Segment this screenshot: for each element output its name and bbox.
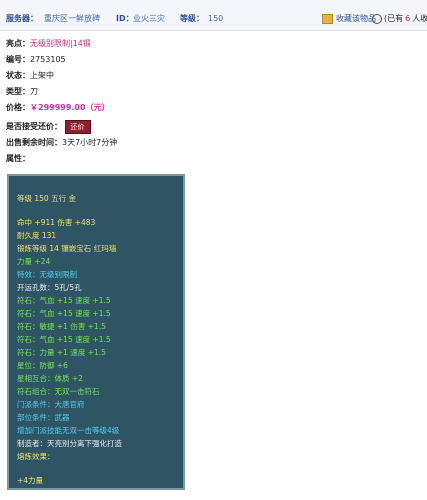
time-row: 出售剩余时间：3天7小时7分钟 bbox=[6, 138, 117, 148]
attributes-label: 属性： bbox=[6, 154, 30, 163]
attr-line-6: 特效：无级别限制 bbox=[17, 270, 77, 279]
attr-line-2: 命中 +911 伤害 +483 bbox=[17, 218, 96, 227]
highlight-row: 亮点：无级别限制|14锻 bbox=[6, 39, 91, 49]
type-label: 类型： bbox=[6, 87, 30, 96]
favorite-button[interactable]: 收藏该物品 bbox=[322, 13, 376, 24]
attr-line-1: 等级 150 五行 金 bbox=[17, 194, 76, 203]
counter-offer-label: 是否接受还价： bbox=[6, 122, 62, 131]
highlight-value: 无级别限制|14锻 bbox=[30, 39, 91, 48]
user-circle-icon bbox=[372, 13, 382, 24]
level-label: 等级： bbox=[180, 14, 204, 23]
favorite-button-label: 收藏该物品 bbox=[336, 14, 376, 23]
id-value: 业火三灾 bbox=[133, 14, 165, 23]
attr-line-15: 符石组合：无双一击符石 bbox=[17, 387, 100, 396]
id-row-label: 编号： bbox=[6, 55, 30, 64]
attributes-row: 属性： bbox=[6, 154, 30, 164]
folder-star-icon bbox=[322, 13, 333, 24]
counter-offer-row: 是否接受还价： 还价 bbox=[6, 120, 91, 134]
id-row: 编号：2753105 bbox=[6, 55, 66, 65]
price-row: 价格：￥299999.00（元） bbox=[6, 103, 110, 113]
attr-line-7: 开运孔数：5孔/5孔 bbox=[17, 283, 82, 292]
attr-line-9: 符石：气血 +15 速度 +1.5 bbox=[17, 309, 111, 318]
attr-line-12: 符石：力量 +1 速度 +1.5 bbox=[17, 348, 106, 357]
id-row-value: 2753105 bbox=[30, 55, 66, 64]
status-label: 状态： bbox=[6, 71, 30, 80]
attr-line-5: 力量 +24 bbox=[17, 257, 51, 266]
counter-offer-button[interactable]: 还价 bbox=[64, 120, 91, 134]
attr-line-14: 星相互合：体质 +2 bbox=[17, 374, 83, 383]
type-row: 类型：刀 bbox=[6, 87, 38, 97]
attr-line-13: 星位：防御 +6 bbox=[17, 361, 68, 370]
attr-line-20: 熔炼效果： bbox=[17, 452, 55, 461]
status-row: 状态：上架中 bbox=[6, 71, 54, 81]
attr-line-11: 符石：气血 +15 速度 +1.5 bbox=[17, 335, 111, 344]
level-value: 150 bbox=[208, 14, 224, 23]
favorite-count-suffix: 人收藏) bbox=[412, 14, 427, 23]
attr-line-18: 增加门派技能无双一击等级4级 bbox=[17, 426, 120, 435]
attr-line-8: 符石：气血 +15 速度 +1.5 bbox=[17, 296, 111, 305]
favorite-count-prefix: (已有 bbox=[384, 14, 404, 23]
type-value: 刀 bbox=[30, 87, 38, 96]
server-value: 重庆区一鲜放碑 bbox=[44, 14, 100, 23]
time-label: 出售剩余时间： bbox=[6, 138, 62, 147]
id-label: ID： bbox=[116, 14, 134, 23]
attr-line-19: 制造者：天亮别分离下强化打造 bbox=[17, 439, 122, 448]
favorite-count: (已有6人收藏) bbox=[372, 13, 427, 24]
price-label: 价格： bbox=[6, 103, 30, 112]
attr-line-21: +4力量 bbox=[17, 476, 44, 485]
server-label: 服务器： bbox=[6, 14, 38, 23]
attr-line-10: 符石：敏捷 +1 伤害 +1.5 bbox=[17, 322, 106, 331]
attributes-panel: 等级 150 五行 金 命中 +911 伤害 +483 耐久度 131 锻炼等级… bbox=[7, 174, 185, 490]
attr-line-4: 锻炼等级 14 镶嵌宝石 红玛瑙 bbox=[17, 244, 117, 253]
time-value: 3天7小时7分钟 bbox=[62, 138, 118, 147]
attr-line-17: 部位条件：武器 bbox=[17, 413, 70, 422]
attr-line-16: 门派条件：大唐官府 bbox=[17, 400, 85, 409]
favorite-count-number: 6 bbox=[405, 14, 411, 23]
attr-line-3: 耐久度 131 bbox=[17, 231, 57, 240]
status-value: 上架中 bbox=[30, 71, 54, 80]
highlight-label: 亮点： bbox=[6, 39, 30, 48]
top-info-bar: 服务器： 重庆区一鲜放碑 ID： 业火三灾 等级： 150 收藏该物品 (已有 6… bbox=[0, 0, 427, 31]
price-value: ￥299999.00（元） bbox=[30, 103, 110, 112]
